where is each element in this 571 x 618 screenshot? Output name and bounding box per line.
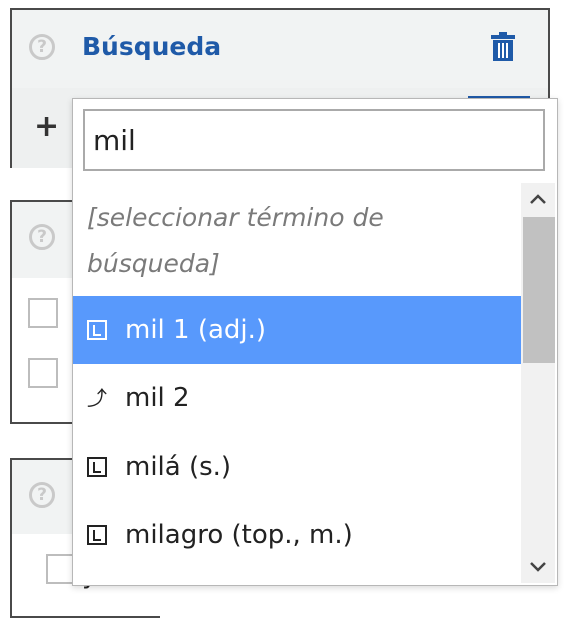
list-item[interactable]: mil 1 (adj.): [73, 296, 521, 364]
lexeme-icon: [87, 525, 107, 545]
help-icon[interactable]: ?: [29, 224, 55, 250]
lexeme-icon: [87, 320, 107, 340]
search-results-list: [seleccionar término de búsqueda] mil 1 …: [73, 183, 521, 583]
filter-checkbox[interactable]: [28, 358, 58, 388]
list-item-label: milagro (top., m.): [125, 520, 353, 550]
help-icon[interactable]: ?: [29, 34, 55, 60]
list-item-label: mil 2: [125, 383, 190, 413]
list-item-label: milá (s.): [125, 452, 232, 482]
search-input[interactable]: [83, 109, 545, 171]
select-placeholder-option[interactable]: [seleccionar término de búsqueda]: [87, 195, 507, 287]
scroll-down-button[interactable]: [521, 551, 555, 583]
filter-checkbox[interactable]: [28, 298, 58, 328]
panel-title: Búsqueda: [82, 32, 222, 61]
lexeme-icon: [87, 457, 107, 477]
scrollbar[interactable]: [521, 183, 555, 583]
redirect-icon: ⤴: [87, 386, 107, 410]
list-item[interactable]: milagro (top., m.): [73, 501, 521, 569]
list-item[interactable]: milá (s.): [73, 433, 521, 501]
scrollbar-thumb[interactable]: [523, 217, 555, 363]
add-icon[interactable]: +: [34, 112, 59, 142]
trash-icon[interactable]: [490, 32, 516, 62]
chevron-up-icon: [530, 194, 546, 204]
help-icon[interactable]: ?: [29, 482, 55, 508]
list-item[interactable]: ⤴ mil 2: [73, 364, 521, 432]
scroll-up-button[interactable]: [521, 183, 555, 215]
chevron-down-icon: [530, 562, 546, 572]
list-item-label: mil 1 (adj.): [125, 315, 267, 345]
search-term-dropdown: [seleccionar término de búsqueda] mil 1 …: [72, 98, 558, 586]
